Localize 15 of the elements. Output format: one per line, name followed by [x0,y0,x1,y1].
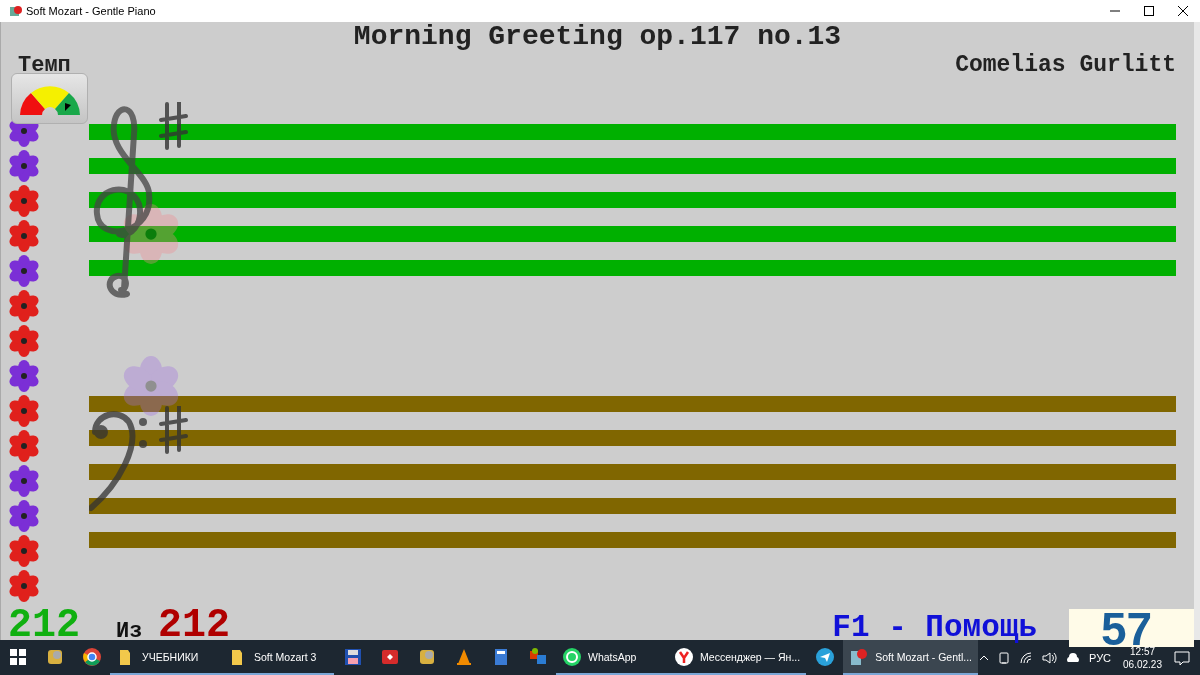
piece-title: Morning Greeting op.117 no.13 [353,22,842,52]
taskbar-button[interactable]: Soft Mozart - Gentl... [843,640,978,675]
clock[interactable]: 12:57 06.02.23 [1123,644,1162,671]
taskbar-button[interactable]: Мессенджер — Ян... [668,640,807,675]
tempo-label: Темп [18,52,71,78]
current-count: 212 [8,605,81,647]
score-display: 57 [1069,609,1194,647]
clock-time: 12:57 [1130,645,1156,658]
language-indicator[interactable]: РУС [1089,651,1112,664]
taskbar-button[interactable]: WhatsApp [556,640,668,675]
taskbar-button[interactable]: Soft Mozart 3 [222,640,334,675]
clock-date: 06.02.23 [1123,657,1162,671]
taskbar-button[interactable]: УЧЕБНИКИ [110,640,222,675]
window-title: Soft Mozart - Gentle Piano [26,5,157,17]
composer-name: Comelias Gurlitt [955,52,1176,78]
